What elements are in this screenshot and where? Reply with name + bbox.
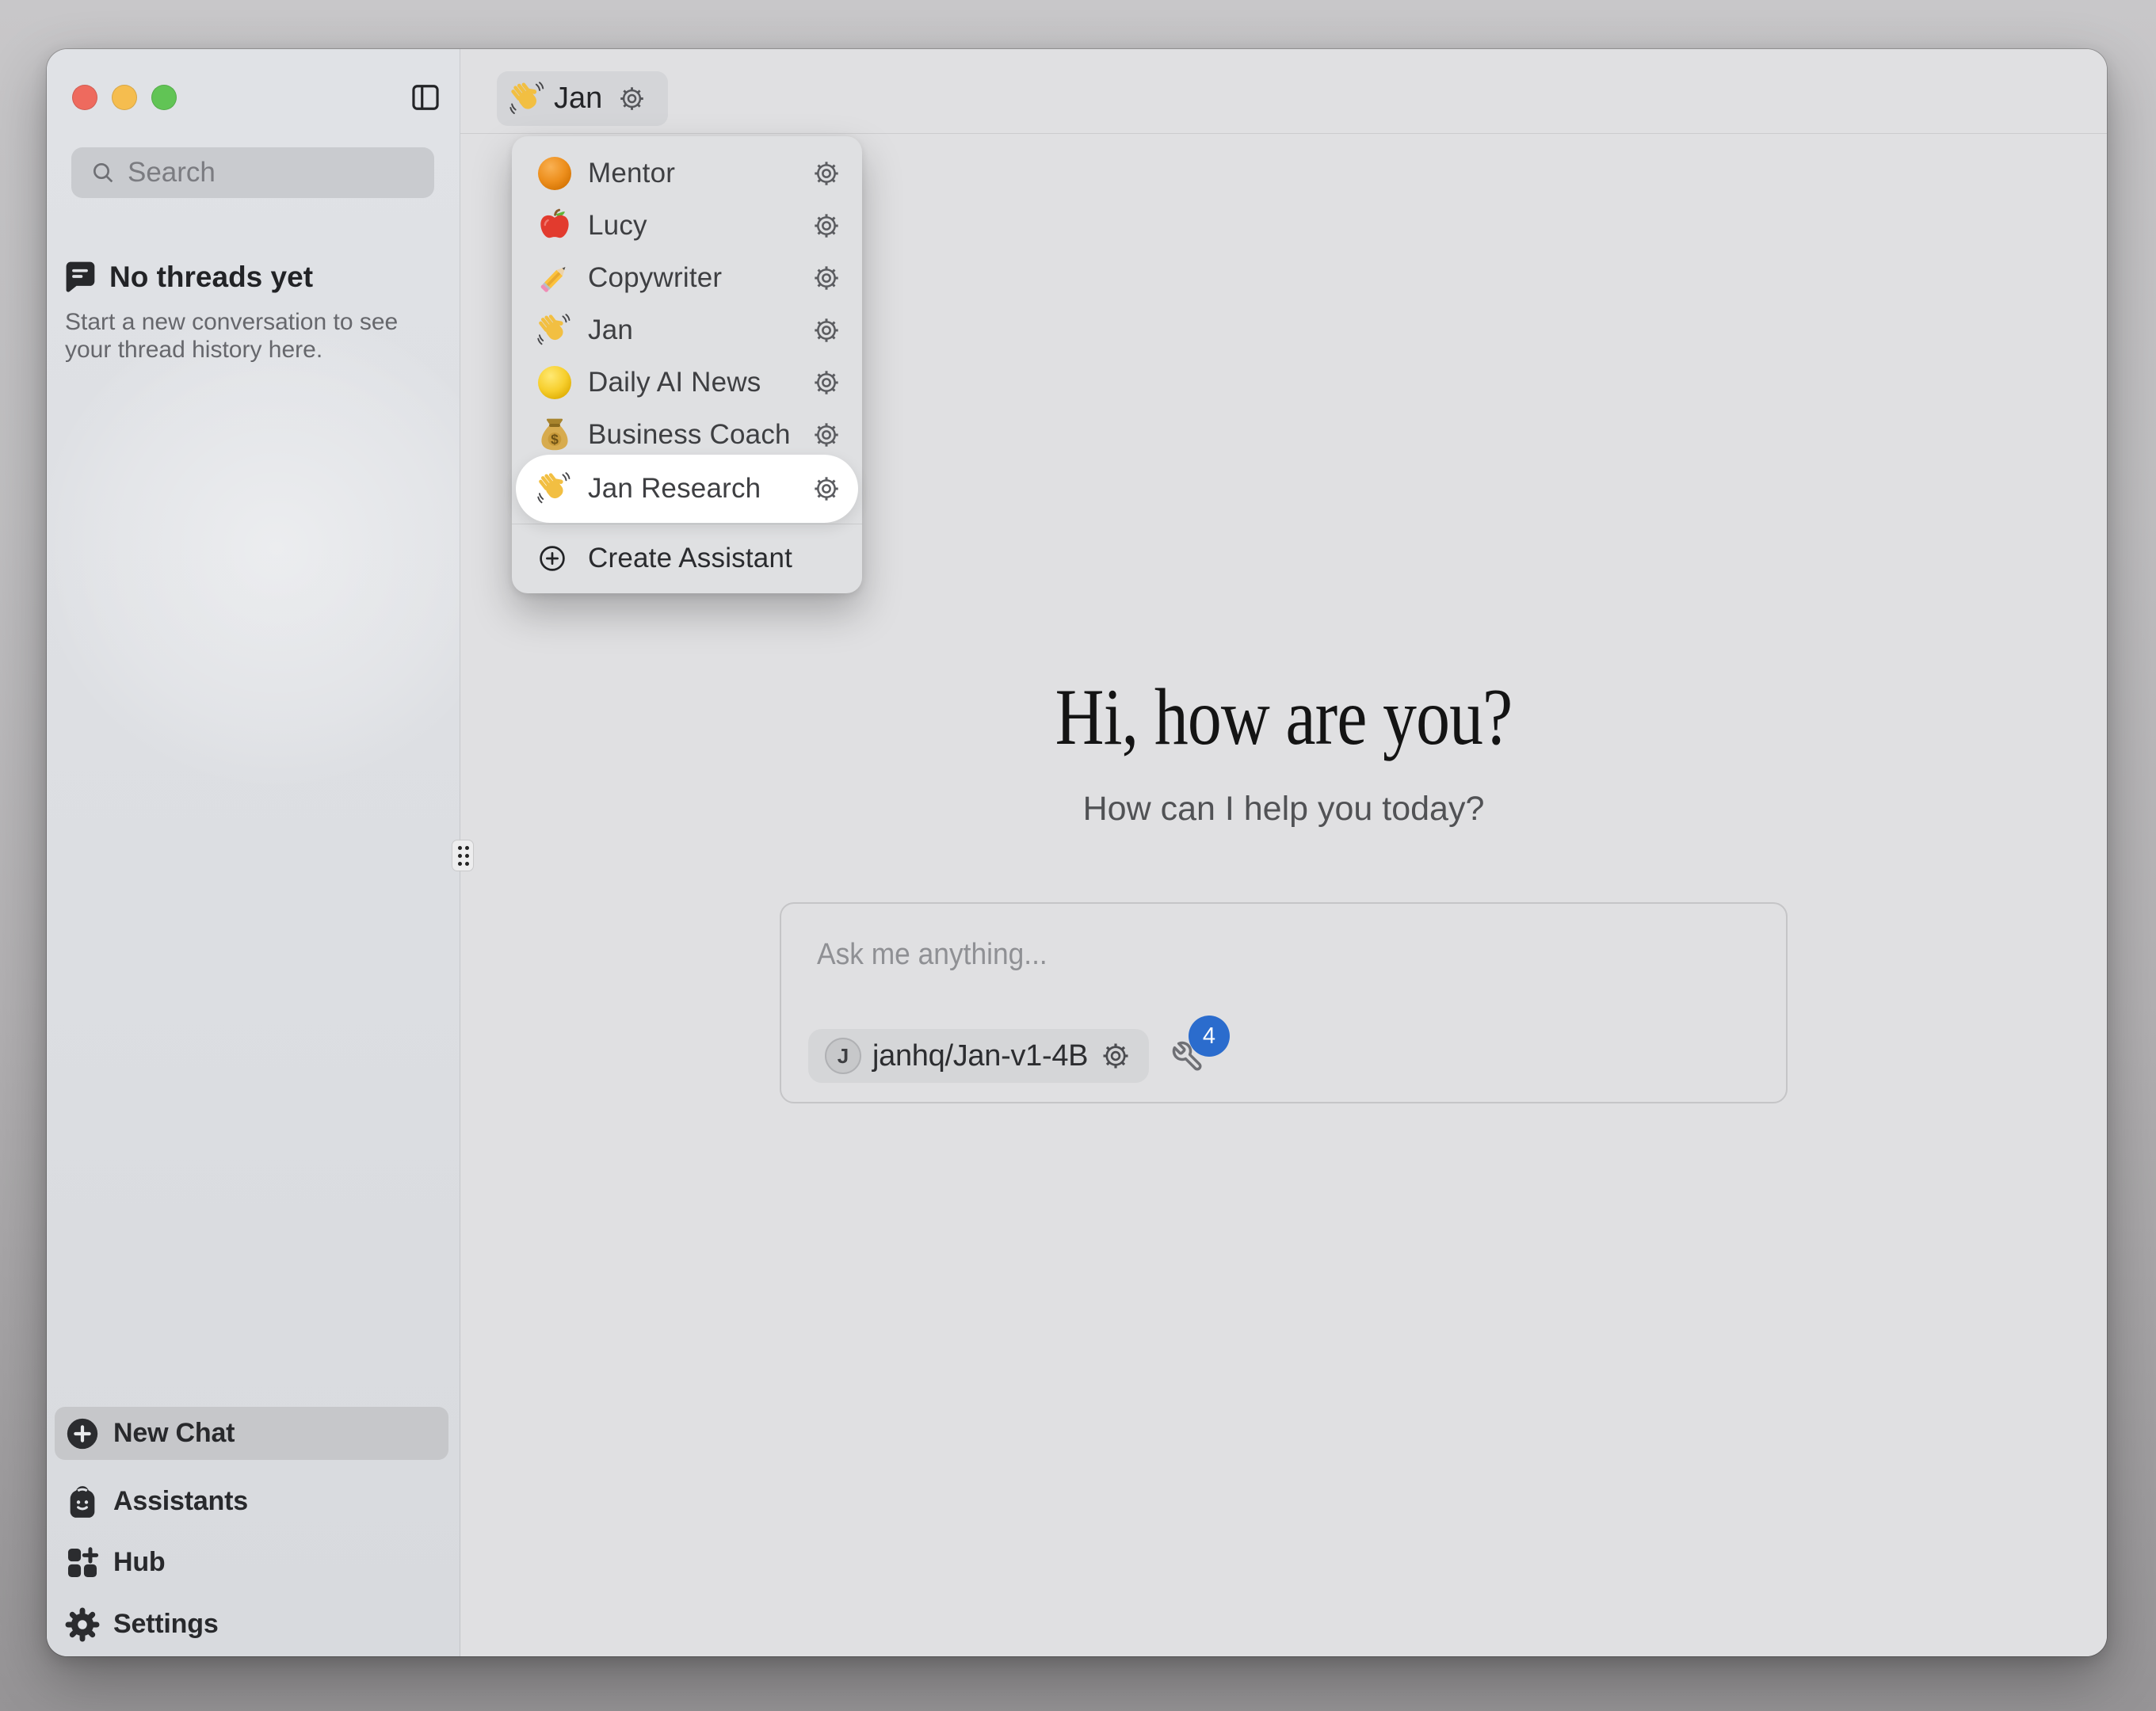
svg-text:$: $ (551, 431, 559, 447)
